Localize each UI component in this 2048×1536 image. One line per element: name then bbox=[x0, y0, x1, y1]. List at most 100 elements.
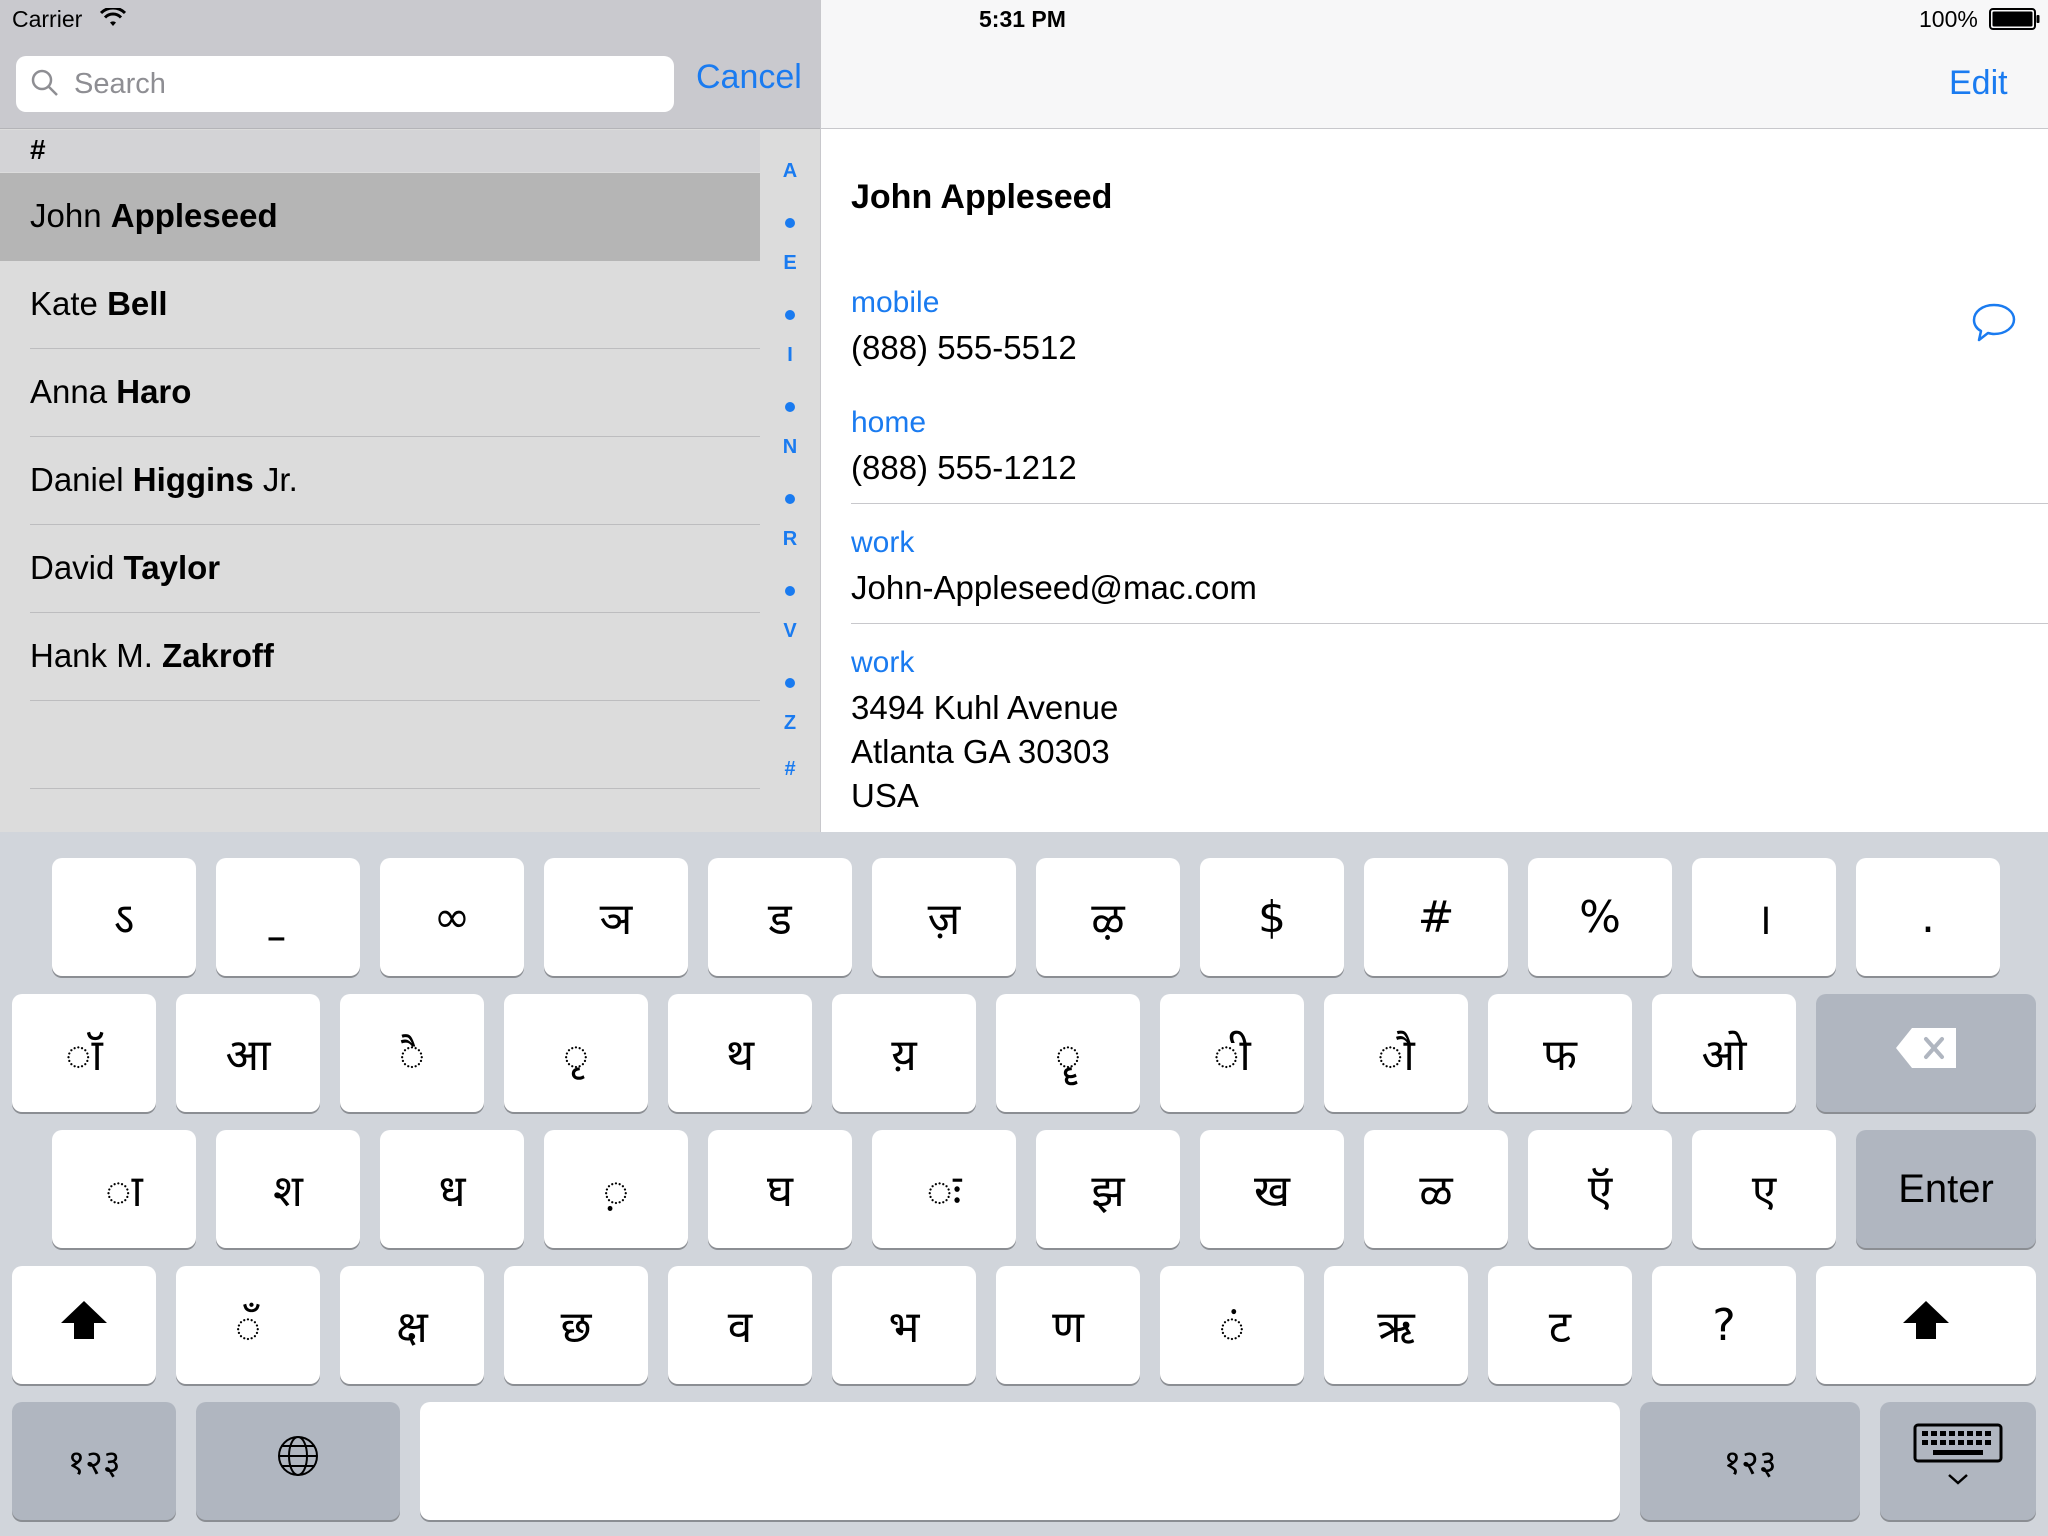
key[interactable]: ॉ bbox=[12, 994, 156, 1112]
key-label: घ bbox=[766, 1166, 793, 1217]
numbers-key[interactable]: १२३ bbox=[12, 1402, 176, 1520]
index-letter[interactable]: I bbox=[760, 344, 820, 367]
key[interactable]: . bbox=[1856, 858, 2000, 976]
key[interactable]: व bbox=[668, 1266, 812, 1384]
key[interactable]: ़ bbox=[544, 1130, 688, 1248]
key[interactable]: ∞ bbox=[380, 858, 524, 976]
shift-key[interactable] bbox=[12, 1266, 156, 1384]
section-index-bar[interactable]: A E I N R V Z # bbox=[760, 160, 820, 800]
key[interactable]: ड bbox=[708, 858, 852, 976]
key[interactable]: क्ष bbox=[340, 1266, 484, 1384]
key-label: १२३ bbox=[1723, 1443, 1777, 1483]
index-letter[interactable]: V bbox=[760, 620, 820, 643]
key[interactable]: ॒ bbox=[216, 858, 360, 976]
key[interactable]: ी bbox=[1160, 994, 1304, 1112]
key[interactable]: ? bbox=[1652, 1266, 1796, 1384]
key[interactable]: ृ bbox=[504, 994, 648, 1112]
index-letter[interactable]: N bbox=[760, 436, 820, 459]
section-header-label: # bbox=[30, 134, 46, 165]
key[interactable]: ऴ bbox=[1036, 858, 1180, 976]
edit-button[interactable]: Edit bbox=[1949, 64, 2008, 103]
keyboard-dismiss-key[interactable] bbox=[1880, 1402, 2036, 1520]
key[interactable]: घ bbox=[708, 1130, 852, 1248]
contact-row[interactable]: David Taylor bbox=[0, 525, 760, 613]
key[interactable]: ौ bbox=[1324, 994, 1468, 1112]
index-letter[interactable] bbox=[760, 310, 820, 320]
key[interactable]: ए bbox=[1692, 1130, 1836, 1248]
field-label: work bbox=[851, 646, 915, 679]
key[interactable]: ज़ bbox=[872, 858, 1016, 976]
key[interactable]: # bbox=[1364, 858, 1508, 976]
key[interactable]: ा bbox=[52, 1130, 196, 1248]
key[interactable]: ऍ bbox=[1528, 1130, 1672, 1248]
contact-name: Hank M. Zakroff bbox=[30, 637, 274, 675]
key[interactable]: % bbox=[1528, 858, 1672, 976]
delete-key[interactable] bbox=[1816, 994, 2036, 1112]
key[interactable]: $ bbox=[1200, 858, 1344, 976]
index-letter[interactable] bbox=[760, 586, 820, 596]
key[interactable]: ञ bbox=[544, 858, 688, 976]
field-value[interactable]: 3494 Kuhl Avenue Atlanta GA 30303 USA bbox=[851, 686, 1118, 818]
index-letter[interactable]: # bbox=[760, 758, 820, 781]
key[interactable]: छ bbox=[504, 1266, 648, 1384]
key[interactable]: ट bbox=[1488, 1266, 1632, 1384]
index-letter[interactable]: A bbox=[760, 160, 820, 183]
field-value[interactable]: (888) 555-5512 bbox=[851, 326, 1077, 370]
key[interactable]: ः bbox=[872, 1130, 1016, 1248]
contact-row[interactable]: Daniel Higgins Jr. bbox=[0, 437, 760, 525]
index-letter[interactable]: Z bbox=[760, 712, 820, 735]
key-label: ा bbox=[105, 1166, 143, 1217]
contact-last-name: Higgins bbox=[132, 461, 254, 498]
globe-key[interactable] bbox=[196, 1402, 400, 1520]
key-label: ख bbox=[1254, 1166, 1290, 1217]
enter-key[interactable]: Enter bbox=[1856, 1130, 2036, 1248]
key[interactable]: ै bbox=[340, 994, 484, 1112]
search-bar-area: Carrier Search Cancel bbox=[0, 0, 820, 129]
key[interactable]: झ bbox=[1036, 1130, 1180, 1248]
key-label: ओ bbox=[1701, 1030, 1747, 1081]
contact-row[interactable]: John Appleseed bbox=[0, 173, 760, 261]
key[interactable]: ऽ bbox=[52, 858, 196, 976]
index-letter[interactable] bbox=[760, 678, 820, 688]
index-letter[interactable] bbox=[760, 218, 820, 228]
search-input[interactable]: Search bbox=[16, 56, 674, 112]
key[interactable]: ं bbox=[1160, 1266, 1304, 1384]
key[interactable]: ख bbox=[1200, 1130, 1344, 1248]
contact-row[interactable]: Anna Haro bbox=[0, 349, 760, 437]
index-letter[interactable]: E bbox=[760, 252, 820, 275]
cancel-button[interactable]: Cancel bbox=[696, 58, 802, 97]
key-label: ॄ bbox=[1054, 1030, 1082, 1081]
field-value[interactable]: (888) 555-1212 bbox=[851, 446, 1077, 490]
index-letter[interactable] bbox=[760, 402, 820, 412]
index-letter[interactable] bbox=[760, 494, 820, 504]
index-letter[interactable]: R bbox=[760, 528, 820, 551]
key[interactable]: फ bbox=[1488, 994, 1632, 1112]
key-label: $ bbox=[1258, 891, 1286, 943]
field-separator bbox=[851, 623, 2048, 624]
key[interactable]: श bbox=[216, 1130, 360, 1248]
contact-name: Kate Bell bbox=[30, 285, 168, 323]
key[interactable]: ँ bbox=[176, 1266, 320, 1384]
space-key[interactable] bbox=[420, 1402, 1620, 1520]
key[interactable]: आ bbox=[176, 994, 320, 1112]
key-label: ॉ bbox=[65, 1030, 103, 1081]
key[interactable]: भ bbox=[832, 1266, 976, 1384]
key[interactable]: ओ bbox=[1652, 994, 1796, 1112]
shift-key[interactable] bbox=[1816, 1266, 2036, 1384]
key[interactable]: ध bbox=[380, 1130, 524, 1248]
key[interactable]: ॄ bbox=[996, 994, 1140, 1112]
key[interactable]: ऋ bbox=[1324, 1266, 1468, 1384]
key[interactable]: थ bbox=[668, 994, 812, 1112]
key[interactable]: । bbox=[1692, 858, 1836, 976]
field-value[interactable]: John-Appleseed@mac.com bbox=[851, 566, 1257, 610]
key[interactable]: ण bbox=[996, 1266, 1140, 1384]
key[interactable]: ळ bbox=[1364, 1130, 1508, 1248]
key[interactable]: य़ bbox=[832, 994, 976, 1112]
message-bubble-icon[interactable] bbox=[1971, 302, 2017, 349]
contact-row[interactable]: Hank M. Zakroff bbox=[0, 613, 760, 701]
field-label: home bbox=[851, 406, 927, 439]
battery-icon bbox=[1989, 8, 2041, 35]
key-label: ए bbox=[1751, 1166, 1777, 1217]
numbers-key[interactable]: १२३ bbox=[1640, 1402, 1860, 1520]
contact-row[interactable]: Kate Bell bbox=[0, 261, 760, 349]
